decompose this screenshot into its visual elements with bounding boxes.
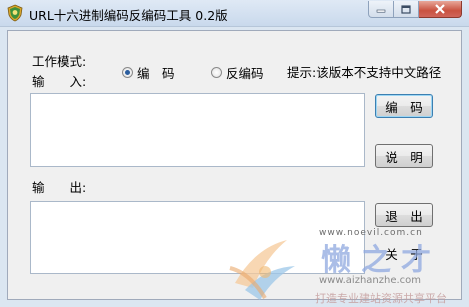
radio-encode[interactable]: 编 码: [122, 63, 175, 82]
close-icon: [435, 4, 445, 14]
app-shield-icon: [7, 4, 23, 22]
watermark-logo-icon: [229, 240, 295, 300]
hint-text: 提示:该版本不支持中文路径: [287, 65, 442, 80]
maximize-button[interactable]: [394, 1, 419, 18]
watermark: www.noevil.com.cn 懒之才 www.aizhanzhe.com …: [225, 228, 469, 307]
encode-button[interactable]: 编 码: [375, 94, 433, 118]
radio-decode-circle: [211, 67, 222, 78]
help-button[interactable]: 说 明: [375, 144, 433, 168]
radio-encode-label: 编 码: [137, 66, 175, 81]
radio-decode-label: 反编码: [226, 66, 264, 81]
radio-selected-dot: [125, 70, 130, 75]
output-label: 输 出:: [32, 180, 87, 195]
watermark-url: www.aizhanzhe.com: [319, 275, 422, 286]
exit-button[interactable]: 退 出: [375, 203, 433, 227]
radio-decode[interactable]: 反编码: [211, 63, 264, 82]
minimize-button[interactable]: [368, 1, 394, 18]
input-textarea[interactable]: [30, 93, 365, 167]
title-bar[interactable]: URL十六进制编码反编码工具 0.2版: [0, 0, 469, 27]
maximize-icon: [401, 4, 411, 14]
input-label: 输 入:: [32, 74, 87, 89]
mode-label: 工作模式:: [32, 54, 87, 69]
watermark-brand: 懒之才: [321, 243, 441, 278]
radio-encode-circle: [122, 67, 133, 78]
close-button[interactable]: [419, 1, 462, 18]
window-title: URL十六进制编码反编码工具 0.2版: [29, 8, 228, 23]
minimize-icon: [376, 9, 386, 13]
window-controls: [368, 1, 462, 19]
watermark-slogan: 打造专业建站资源共享平台: [315, 292, 447, 305]
